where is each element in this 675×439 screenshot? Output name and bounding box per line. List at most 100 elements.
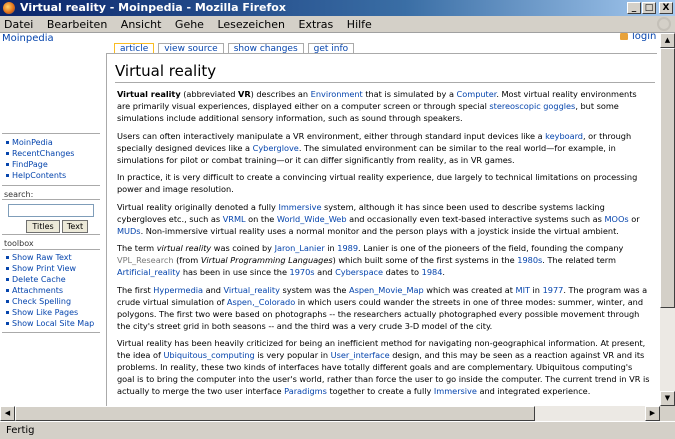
text: (abbreviated (180, 89, 238, 99)
link-environment[interactable]: Environment (311, 89, 363, 99)
link-1980s[interactable]: 1980s (517, 255, 542, 265)
text: or (628, 213, 640, 224)
page-viewport: Moinpedia login article view source show c… (0, 33, 660, 406)
article-body: Virtual reality (abbreviated VR) describ… (117, 88, 652, 403)
link-vrml[interactable]: VRML (223, 214, 246, 224)
horizontal-scroll-thumb[interactable] (15, 406, 535, 421)
link-jaron-lanier[interactable]: Jaron_Lanier (275, 243, 325, 253)
menu-bar: Datei Bearbeiten Ansicht Gehe Lesezeiche… (0, 16, 675, 33)
link-user-interface[interactable]: User_interface (331, 350, 390, 360)
nav-helpcontents[interactable]: HelpContents (12, 171, 66, 180)
link-paradigms[interactable]: Paradigms (284, 386, 327, 396)
toolbox-show-like-pages[interactable]: Show Like Pages (12, 308, 78, 317)
link-1989[interactable]: 1989 (337, 243, 358, 253)
toolbox-check-spelling[interactable]: Check Spelling (12, 297, 71, 306)
toolbox-heading: toolbox (4, 239, 34, 248)
toolbox-show-print-view[interactable]: Show Print View (12, 264, 76, 273)
toolbox-show-local-site-map[interactable]: Show Local Site Map (12, 319, 94, 328)
text: that is simulated by a (362, 89, 457, 99)
menu-lesezeichen[interactable]: Lesezeichen (217, 18, 285, 31)
bold-term: Virtual reality (117, 89, 181, 99)
text: The first (117, 284, 154, 295)
text: and integrated experience. (476, 386, 591, 396)
close-button[interactable]: X (659, 2, 673, 14)
horizontal-scrollbar[interactable]: ◀ ▶ (0, 406, 660, 421)
window-titlebar[interactable]: Virtual reality - Moinpedia - Mozilla Fi… (0, 0, 675, 16)
title-divider (115, 82, 655, 83)
text-button[interactable]: Text (62, 220, 88, 233)
text: has been in use since the (180, 267, 290, 277)
vertical-scrollbar[interactable]: ▲ ▼ (660, 33, 675, 406)
page-title: Virtual reality (115, 62, 217, 80)
link-computer[interactable]: Computer (457, 89, 497, 99)
site-name-link[interactable]: Moinpedia (2, 33, 54, 44)
nav-findpage[interactable]: FindPage (12, 160, 48, 169)
link-immersive[interactable]: Immersive (278, 202, 321, 212)
toolbox-delete-cache[interactable]: Delete Cache (12, 275, 66, 284)
link-cyberglove[interactable]: Cyberglove (253, 143, 299, 153)
menu-ansicht[interactable]: Ansicht (121, 18, 162, 31)
link-ubiquitous-computing[interactable]: Ubiquitous_computing (163, 350, 254, 360)
link-virtual-reality[interactable]: Virtual_reality (224, 285, 280, 295)
link-hypermedia[interactable]: Hypermedia (153, 285, 203, 295)
text: . Lanier is one of the pioneers of the f… (358, 243, 624, 253)
link-artificial-reality[interactable]: Artificial_reality (117, 267, 180, 277)
menu-hilfe[interactable]: Hilfe (347, 18, 372, 31)
menu-extras[interactable]: Extras (299, 18, 334, 31)
link-mit[interactable]: MIT (516, 285, 530, 295)
link-keyboard[interactable]: keyboard (545, 131, 583, 141)
text: system was the (279, 284, 350, 295)
login-link[interactable]: login (620, 33, 656, 42)
nav-recentchanges[interactable]: RecentChanges (12, 149, 74, 158)
search-input[interactable] (8, 204, 94, 217)
throbber-icon (657, 17, 671, 31)
text: together to create a fully (326, 386, 434, 396)
toolbox-show-raw-text[interactable]: Show Raw Text (12, 253, 72, 262)
italic-term: virtual reality (156, 243, 212, 253)
text: in (324, 243, 338, 253)
text: . (442, 267, 445, 277)
text: which was created at (423, 284, 516, 295)
link-cyberspace[interactable]: Cyberspace (335, 267, 383, 277)
titles-button[interactable]: Titles (26, 220, 60, 233)
vertical-scroll-thumb[interactable] (660, 48, 675, 308)
link-world-wide-web[interactable]: World_Wide_Web (277, 214, 347, 224)
link-1984[interactable]: 1984 (422, 267, 443, 277)
minimize-button[interactable]: _ (627, 2, 641, 14)
link-stereoscopic-goggles[interactable]: stereoscopic goggles (489, 101, 575, 111)
text: Users can often interactively manipulate… (117, 130, 546, 141)
maximize-button[interactable]: □ (642, 2, 656, 14)
scroll-corner (660, 406, 675, 421)
text: (from (173, 255, 201, 265)
nav-moinpedia[interactable]: MoinPedia (12, 138, 53, 147)
text: . The related term (542, 255, 616, 265)
link-aspen-movie-map[interactable]: Aspen_Movie_Map (349, 285, 424, 295)
scroll-down-icon[interactable]: ▼ (660, 391, 675, 406)
page-tabs: article view source show changes get info (114, 41, 358, 55)
menu-datei[interactable]: Datei (4, 18, 33, 31)
menu-gehe[interactable]: Gehe (175, 18, 204, 31)
paragraph-7: Virtual reality has been heavily critici… (117, 337, 652, 397)
text: was coined by (211, 243, 275, 253)
link-1977[interactable]: 1977 (543, 285, 564, 295)
link-moos[interactable]: MOOs (604, 214, 628, 224)
link-muds[interactable]: MUDs (117, 226, 141, 236)
link-aspen-colorado[interactable]: Aspen,_Colorado (227, 297, 295, 307)
link-vpl-research[interactable]: VPL_Research (117, 255, 174, 265)
navigation-portlet: MoinPedia RecentChanges FindPage HelpCon… (2, 133, 100, 186)
text: and (203, 284, 224, 295)
paragraph-3: In practice, it is very difficult to cre… (117, 172, 638, 194)
scroll-left-icon[interactable]: ◀ (0, 406, 15, 421)
link-immersive-2[interactable]: Immersive (434, 386, 477, 396)
search-portlet: Titles Text (2, 199, 100, 235)
text: is very popular in (254, 350, 331, 360)
text: ) describes an (250, 89, 311, 99)
link-1970s[interactable]: 1970s (290, 267, 315, 277)
scroll-up-icon[interactable]: ▲ (660, 33, 675, 48)
menu-bearbeiten[interactable]: Bearbeiten (47, 18, 107, 31)
italic-term: Virtual Programming Languages (200, 255, 333, 265)
paragraph-1: Virtual reality (abbreviated VR) describ… (117, 88, 652, 124)
scroll-right-icon[interactable]: ▶ (645, 406, 660, 421)
toolbox-attachments[interactable]: Attachments (12, 286, 63, 295)
status-bar: Fertig (0, 421, 675, 439)
